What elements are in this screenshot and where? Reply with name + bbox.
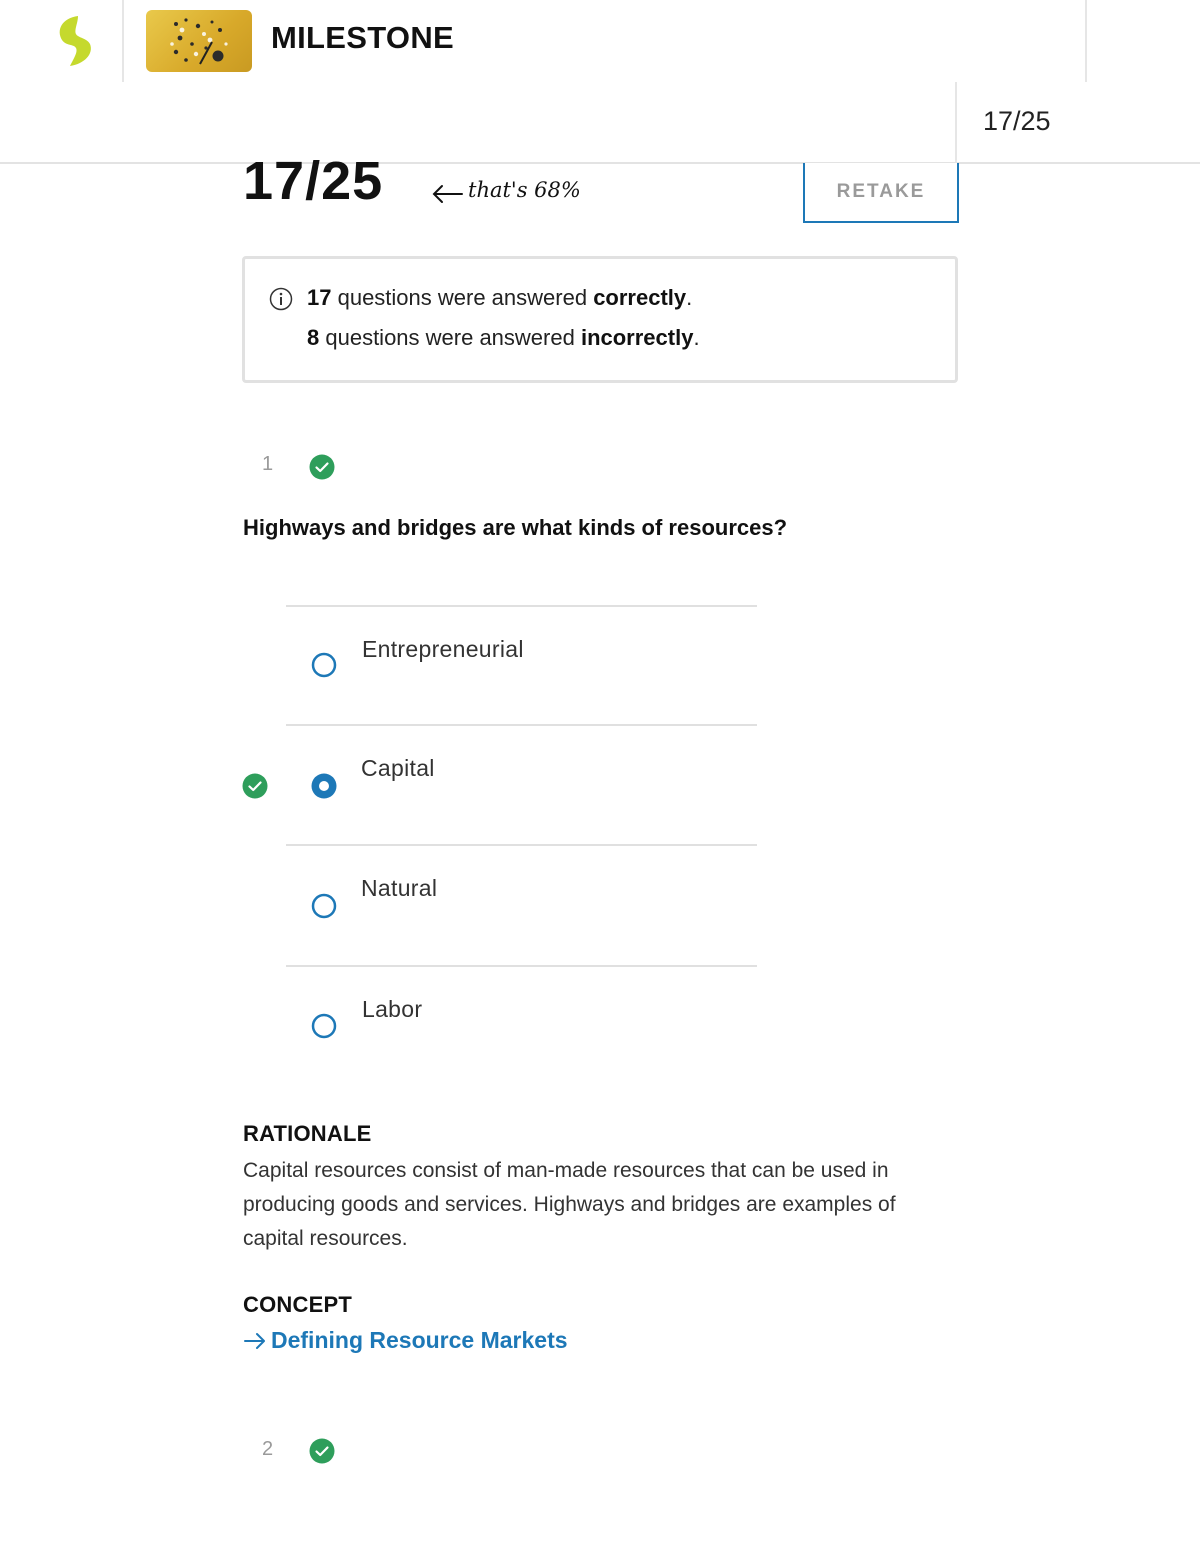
concept-link[interactable]: Defining Resource Markets <box>243 1327 568 1354</box>
question-number: 1 <box>262 453 274 475</box>
option-divider <box>286 844 757 846</box>
correct-answer-check-icon <box>242 773 268 799</box>
header-divider <box>122 0 124 82</box>
option-label[interactable]: Natural <box>361 875 437 902</box>
correct-check-icon <box>309 454 335 480</box>
question-number: 2 <box>262 1438 274 1460</box>
subheader-rule <box>0 162 1200 164</box>
progress-indicator: 17/25 <box>983 106 1051 136</box>
option-label[interactable]: Labor <box>362 996 422 1023</box>
rationale-heading: RATIONALE <box>243 1121 372 1146</box>
option-divider <box>286 605 757 607</box>
score-value: 17/25 <box>243 151 384 211</box>
option-divider <box>286 965 757 967</box>
radio-unselected-icon[interactable] <box>311 1013 337 1039</box>
radio-unselected-icon[interactable] <box>311 893 337 919</box>
rationale-text: Capital resources consist of man-made re… <box>243 1159 896 1250</box>
results-summary-box <box>242 256 958 383</box>
option-label[interactable]: Capital <box>361 755 435 782</box>
retake-button[interactable]: RETAKE <box>803 163 959 223</box>
arrow-right-icon <box>244 1333 265 1349</box>
radio-unselected-icon[interactable] <box>311 652 337 678</box>
concept-heading: CONCEPT <box>243 1292 352 1317</box>
concept-link-label[interactable]: Defining Resource Markets <box>271 1327 568 1353</box>
radio-selected-icon[interactable] <box>311 773 337 799</box>
summary-correct-line: 17 questions were answered correctly. <box>307 285 693 310</box>
score-percentage-note: that's 68% <box>468 178 581 202</box>
milestone-thumbnail-image <box>146 10 252 72</box>
correct-check-icon <box>309 1438 335 1464</box>
question-text: Highways and bridges are what kinds of r… <box>243 515 788 540</box>
arrow-left-icon <box>432 185 463 203</box>
header-divider <box>1085 0 1087 82</box>
option-divider <box>286 724 757 726</box>
summary-incorrect-line: 8 questions were answered incorrectly. <box>307 325 700 350</box>
info-icon <box>269 287 293 316</box>
subheader-divider <box>955 82 957 164</box>
sophia-logo-icon[interactable] <box>52 14 100 70</box>
page-title: MILESTONE <box>271 20 454 55</box>
option-label[interactable]: Entrepreneurial <box>362 636 524 663</box>
